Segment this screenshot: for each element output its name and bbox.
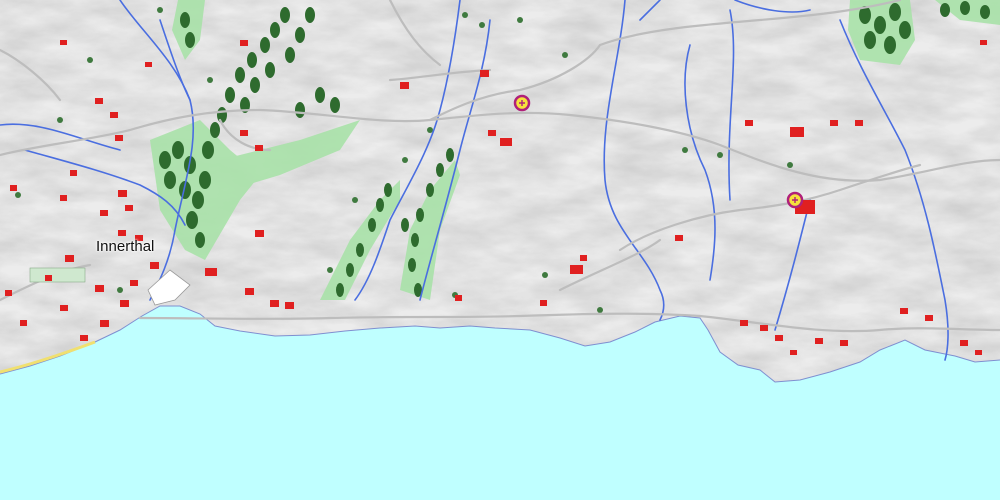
place-label-innerthal: Innerthal (96, 238, 155, 255)
chapel-icon[interactable] (513, 94, 531, 112)
allotment-area (29, 267, 86, 283)
chapel-icon[interactable] (786, 191, 804, 209)
